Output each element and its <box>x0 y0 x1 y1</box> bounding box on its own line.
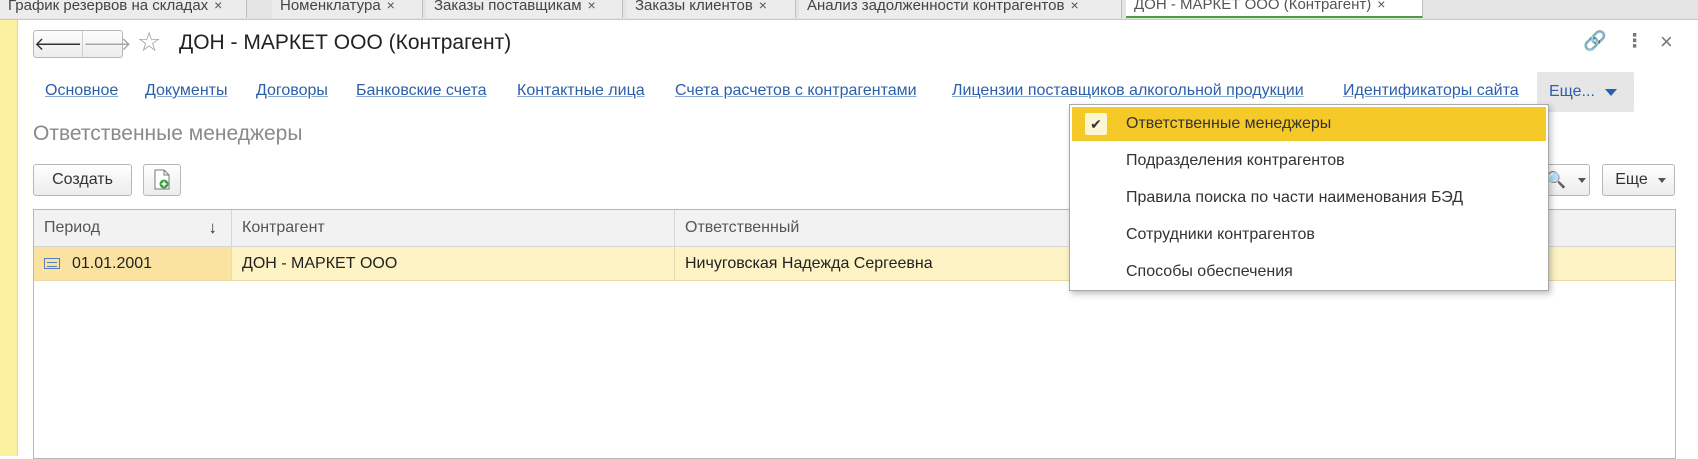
left-panel-strip <box>0 20 18 456</box>
counterparty-value: ДОН - МАРКЕТ ООО <box>242 254 398 272</box>
copy-button[interactable] <box>143 164 181 196</box>
menu-item-counterparty-employees[interactable]: Сотрудники контрагентов <box>1072 218 1546 252</box>
column-label: Контрагент <box>242 219 325 236</box>
more-actions-icon[interactable]: ⋮ <box>1625 31 1644 53</box>
tab-reserves-schedule[interactable]: График резервов на складах × <box>0 0 247 18</box>
arrow-right-icon: 🡒 <box>83 33 132 54</box>
more-button[interactable]: Еще <box>1602 164 1675 196</box>
link-icon[interactable]: 🔗 <box>1583 31 1607 53</box>
tab-label: Заказы клиентов <box>635 0 753 14</box>
tab-strip: График резервов на складах × Номенклатур… <box>0 0 1698 20</box>
tab-label: График резервов на складах <box>8 0 209 14</box>
column-label: Ответственный <box>685 219 800 236</box>
sections-more-menu: ✔ Ответственные менеджеры Подразделения … <box>1069 104 1549 291</box>
tab-label: Номенклатура <box>280 0 381 14</box>
close-icon[interactable]: × <box>387 0 395 13</box>
forward-button[interactable]: 🡒 <box>82 31 132 57</box>
back-button[interactable]: 🡐 <box>34 31 82 57</box>
menu-item-label: Правила поиска по части наименования БЭД <box>1126 189 1464 206</box>
create-label: Создать <box>52 171 113 188</box>
menu-item-label: Способы обеспечения <box>1126 263 1293 280</box>
chevron-down-icon <box>1657 177 1666 183</box>
chevron-down-icon <box>1604 88 1617 96</box>
menu-item-counterparty-departments[interactable]: Подразделения контрагентов <box>1072 144 1546 178</box>
column-label: Период <box>44 219 101 236</box>
section-title: Ответственные менеджеры <box>33 122 303 145</box>
close-icon[interactable]: × <box>588 0 596 13</box>
column-header-period[interactable]: Период ↓ <box>34 210 232 246</box>
menu-item-responsible-managers[interactable]: ✔ Ответственные менеджеры <box>1072 107 1546 141</box>
cell-counterparty: ДОН - МАРКЕТ ООО <box>232 247 675 280</box>
menu-item-search-rules[interactable]: Правила поиска по части наименования БЭД <box>1072 181 1546 215</box>
period-value: 01.01.2001 <box>72 254 153 272</box>
close-icon[interactable]: × <box>1660 31 1673 53</box>
section-link-settlement-accounts[interactable]: Счета расчетов с контрагентами <box>675 82 917 100</box>
section-link-contacts[interactable]: Контактные лица <box>517 82 645 100</box>
history-nav: 🡐 🡒 <box>33 30 132 58</box>
section-link-main[interactable]: Основное <box>45 82 118 100</box>
tab-label: Заказы поставщикам <box>434 0 582 14</box>
section-link-alcohol-licenses[interactable]: Лицензии поставщиков алкогольной продукц… <box>952 82 1304 100</box>
section-link-site-ids[interactable]: Идентификаторы сайта <box>1343 82 1519 100</box>
create-button[interactable]: Создать <box>33 164 132 196</box>
column-header-counterparty[interactable]: Контрагент <box>232 210 675 246</box>
section-link-bank-accounts[interactable]: Банковские счета <box>356 82 486 100</box>
tab-don-market[interactable]: ДОН - МАРКЕТ ООО (Контрагент) × <box>1126 0 1423 18</box>
tab-client-orders[interactable]: Заказы клиентов × <box>627 0 796 18</box>
cell-period: 01.01.2001 <box>34 247 232 280</box>
close-icon[interactable]: × <box>759 0 767 13</box>
close-icon[interactable]: × <box>1070 0 1078 13</box>
close-icon[interactable]: × <box>214 0 222 13</box>
checkmark-icon: ✔ <box>1085 113 1107 135</box>
sections-more-button[interactable]: Еще... <box>1537 72 1634 112</box>
tab-label: ДОН - МАРКЕТ ООО (Контрагент) <box>1134 0 1372 13</box>
tab-supplier-orders[interactable]: Заказы поставщикам × <box>426 0 623 18</box>
menu-item-label: Ответственные менеджеры <box>1126 115 1332 132</box>
favorite-star-icon[interactable]: ☆ <box>137 28 161 56</box>
tab-nomenclature[interactable]: Номенклатура × <box>272 0 423 18</box>
arrow-left-icon: 🡐 <box>34 33 83 54</box>
sort-desc-icon: ↓ <box>208 218 218 237</box>
section-link-contracts[interactable]: Договоры <box>256 82 328 100</box>
menu-item-security-methods[interactable]: Способы обеспечения <box>1072 255 1546 289</box>
more-label: Еще... <box>1549 83 1595 100</box>
section-link-documents[interactable]: Документы <box>145 82 227 100</box>
close-icon[interactable]: × <box>1377 0 1385 12</box>
record-icon <box>44 258 60 269</box>
responsible-value: Ничуговская Надежда Сергеевна <box>685 254 933 272</box>
menu-item-label: Сотрудники контрагентов <box>1126 226 1315 243</box>
more-label: Еще <box>1615 171 1648 188</box>
tab-debt-analysis[interactable]: Анализ задолженности контрагентов × <box>799 0 1122 18</box>
tab-label: Анализ задолженности контрагентов <box>807 0 1065 14</box>
page-title: ДОН - МАРКЕТ ООО (Контрагент) <box>179 31 512 54</box>
chevron-down-icon <box>1577 177 1586 183</box>
copy-document-icon <box>154 169 170 190</box>
menu-item-label: Подразделения контрагентов <box>1126 152 1345 169</box>
